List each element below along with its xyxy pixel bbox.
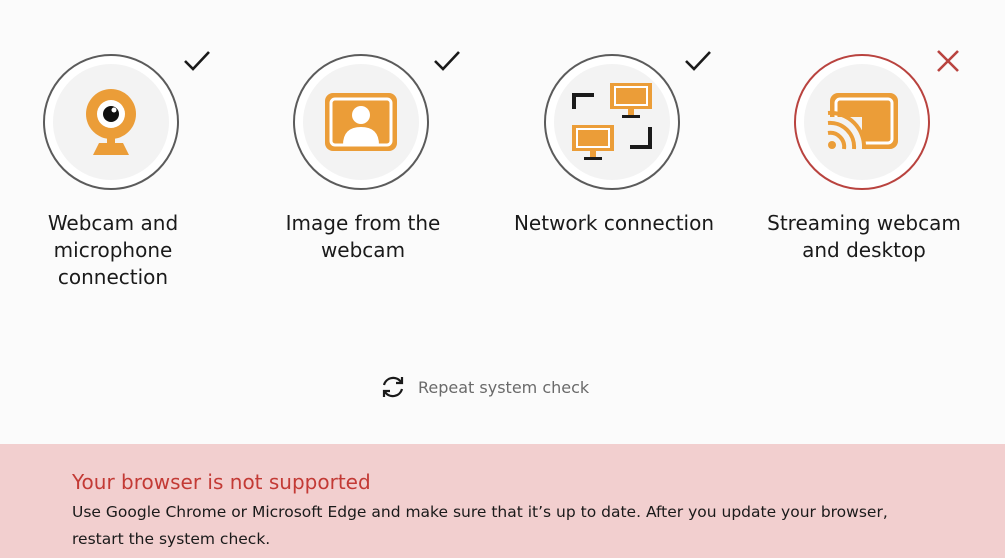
user-image-icon	[325, 93, 397, 151]
check-label: Image from the webcam	[285, 211, 441, 262]
check-network: Network connection	[489, 0, 739, 330]
check-icon	[184, 51, 210, 71]
check-circle	[544, 54, 680, 190]
browser-not-supported-banner: Your browser is not supported Use Google…	[0, 444, 1005, 558]
check-label: Streaming webcam and desktop	[767, 211, 961, 262]
check-label: Webcam and microphone connection	[47, 211, 179, 289]
cast-icon	[826, 93, 898, 151]
check-webcam-microphone: Webcam and microphone connection	[0, 0, 238, 330]
banner-title: Your browser is not supported	[72, 470, 371, 494]
check-icon	[434, 51, 460, 71]
check-circle	[43, 54, 179, 190]
check-streaming: Streaming webcam and desktop	[739, 0, 989, 330]
check-icon	[685, 51, 711, 71]
banner-message: Use Google Chrome or Microsoft Edge and …	[72, 503, 888, 548]
check-label: Network connection	[513, 211, 715, 235]
network-icon	[572, 83, 652, 160]
system-check-page: Webcam and microphone connection Image f…	[0, 0, 1005, 558]
fail-x-icon	[937, 50, 959, 72]
check-circle	[794, 54, 930, 190]
repeat-system-check-label: Repeat system check	[418, 377, 590, 397]
check-webcam-image: Image from the webcam	[238, 0, 488, 330]
system-check-list: Webcam and microphone connection Image f…	[0, 0, 1005, 330]
check-circle	[293, 54, 429, 190]
repeat-system-check-button[interactable]: Repeat system check	[380, 374, 589, 400]
webcam-icon	[86, 89, 136, 155]
refresh-icon	[382, 376, 404, 398]
